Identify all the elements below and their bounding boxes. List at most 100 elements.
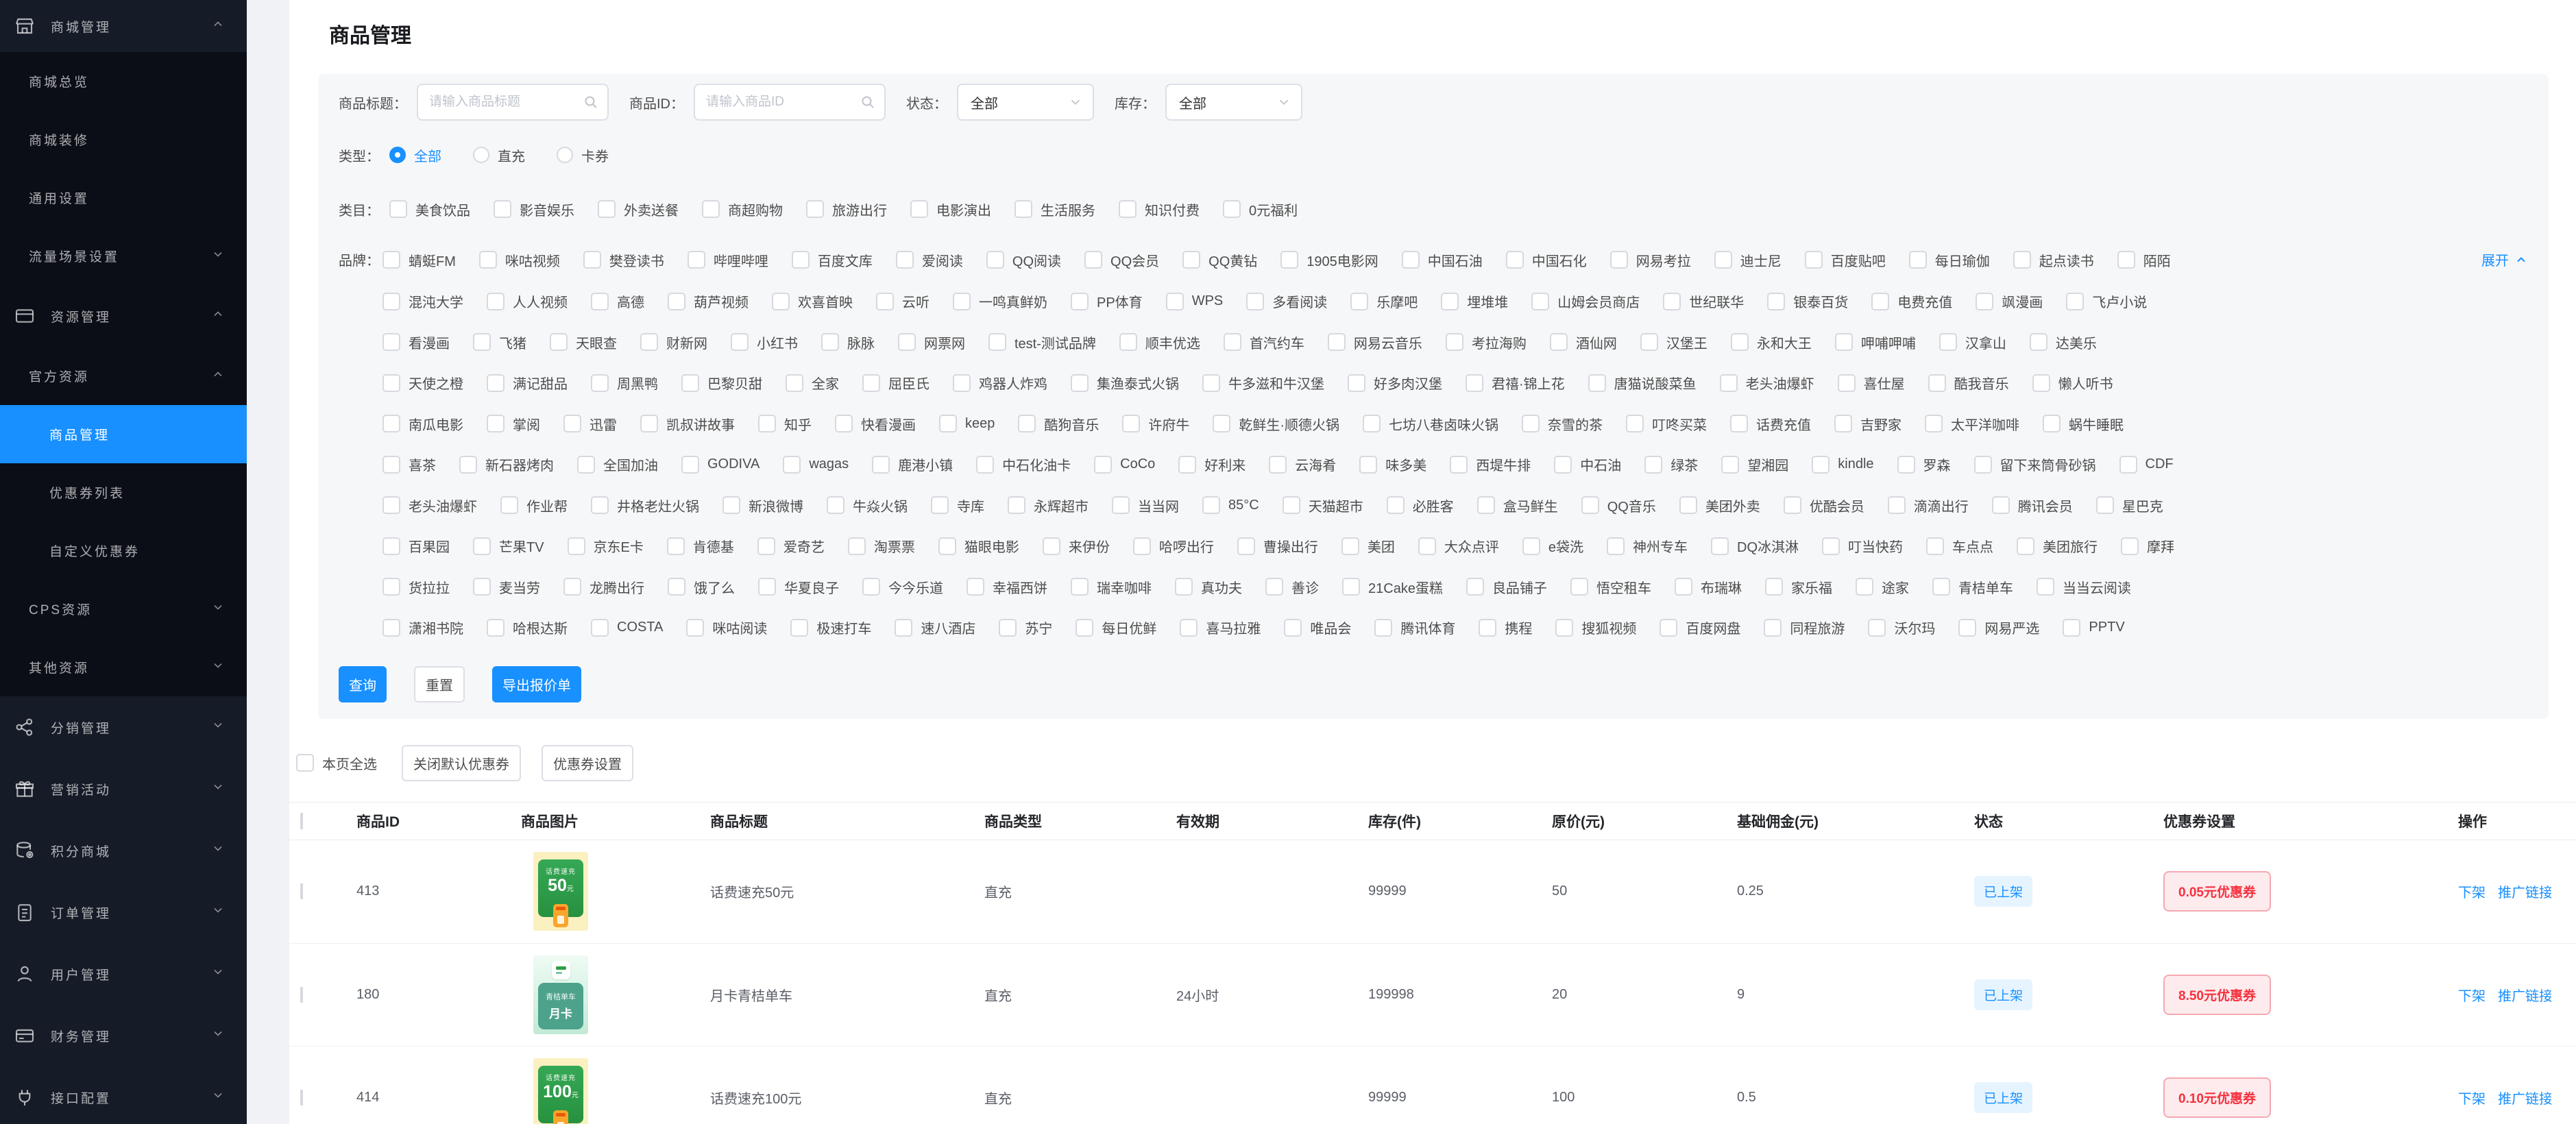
search-button[interactable]: 查询: [339, 666, 387, 702]
brand-checkbox-item[interactable]: 看漫画: [382, 332, 450, 352]
brand-checkbox-item[interactable]: 陌陌: [2117, 250, 2171, 270]
brand-checkbox-item[interactable]: 哈根达斯: [487, 618, 568, 637]
brand-checkbox-item[interactable]: 老头油爆虾: [1720, 373, 1814, 393]
sidebar-item-resource-management[interactable]: 资源管理: [0, 285, 247, 347]
brand-checkbox-item[interactable]: 樊登读书: [583, 250, 664, 270]
brand-checkbox-item[interactable]: 速八酒店: [895, 618, 975, 637]
brand-checkbox-item[interactable]: 迅雷: [563, 414, 617, 434]
brand-checkbox-item[interactable]: 中石油: [1554, 454, 1621, 474]
brand-checkbox-item[interactable]: 银泰百货: [1767, 291, 1848, 311]
brand-checkbox-item[interactable]: 天使之橙: [382, 373, 463, 393]
brand-checkbox-item[interactable]: keep: [939, 415, 995, 432]
brand-checkbox-item[interactable]: 途家: [1856, 577, 1909, 597]
sidebar-item-mall-overview[interactable]: 商城总览: [0, 52, 247, 110]
brand-checkbox-item[interactable]: 京东E卡: [568, 536, 644, 556]
brand-checkbox-item[interactable]: 百度文库: [792, 250, 873, 270]
brand-checkbox-item[interactable]: 七坊八巷卤味火锅: [1363, 414, 1498, 434]
brand-checkbox-item[interactable]: 永和大王: [1731, 332, 1812, 352]
brand-checkbox-item[interactable]: DQ冰淇淋: [1711, 536, 1799, 556]
brand-checkbox-item[interactable]: 搜狐视频: [1555, 618, 1636, 637]
brand-checkbox-item[interactable]: GODIVA: [681, 456, 760, 474]
brand-checkbox-item[interactable]: 同程旅游: [1764, 618, 1845, 637]
brand-checkbox-item[interactable]: 1905电影网: [1280, 250, 1378, 270]
category-checkbox-item[interactable]: 美食饮品: [389, 199, 470, 219]
brand-checkbox-item[interactable]: 唐猫说酸菜鱼: [1588, 373, 1697, 393]
brand-checkbox-item[interactable]: 幸福西饼: [967, 577, 1047, 597]
brand-checkbox-item[interactable]: 百度贴吧: [1805, 250, 1886, 270]
brand-checkbox-item[interactable]: 财新网: [640, 332, 707, 352]
brand-checkbox-item[interactable]: 苏宁: [999, 618, 1052, 637]
sidebar-item-api-config[interactable]: 接口配置: [0, 1066, 247, 1124]
brand-checkbox-item[interactable]: 牛多滋和牛汉堡: [1202, 373, 1324, 393]
brand-checkbox-item[interactable]: 星巴克: [2096, 496, 2163, 515]
brand-checkbox-item[interactable]: 考拉海购: [1446, 332, 1527, 352]
brand-checkbox-item[interactable]: 脉脉: [821, 332, 875, 352]
row-select-checkbox[interactable]: [300, 1090, 303, 1105]
brand-checkbox-item[interactable]: 懒人听书: [2032, 373, 2113, 393]
brand-checkbox-item[interactable]: 优酷会员: [1784, 496, 1864, 515]
brand-checkbox-item[interactable]: 爱阅读: [896, 250, 963, 270]
brand-checkbox-item[interactable]: 21Cake蛋糕: [1342, 577, 1443, 597]
brand-checkbox-item[interactable]: PPTV: [2063, 619, 2124, 637]
reset-button[interactable]: 重置: [414, 666, 465, 702]
brand-checkbox-item[interactable]: 南瓜电影: [382, 414, 463, 434]
brand-checkbox-item[interactable]: 携程: [1479, 618, 1532, 637]
brand-checkbox-item[interactable]: 爱奇艺: [757, 536, 825, 556]
brand-checkbox-item[interactable]: 知乎: [758, 414, 812, 434]
sidebar-item-traffic-scene-settings[interactable]: 流量场景设置: [0, 227, 247, 285]
brand-checkbox-item[interactable]: 哈啰出行: [1133, 536, 1214, 556]
coupon-badge[interactable]: 0.10元优惠券: [2163, 1077, 2271, 1118]
brand-checkbox-item[interactable]: 一鸣真鲜奶: [953, 291, 1047, 311]
coupon-badge[interactable]: 0.05元优惠券: [2163, 871, 2271, 912]
stock-select[interactable]: 全部: [1165, 84, 1302, 121]
brand-checkbox-item[interactable]: 全国加油: [577, 454, 658, 474]
brand-checkbox-item[interactable]: 全家: [786, 373, 839, 393]
brand-checkbox-item[interactable]: 麦当劳: [473, 577, 540, 597]
sidebar-item-user-management[interactable]: 用户管理: [0, 943, 247, 1005]
brand-checkbox-item[interactable]: 云海肴: [1269, 454, 1336, 474]
brand-checkbox-item[interactable]: 新石器烤肉: [459, 454, 554, 474]
brand-checkbox-item[interactable]: 叮当快药: [1822, 536, 1903, 556]
brand-checkbox-item[interactable]: 每日优鲜: [1076, 618, 1156, 637]
brand-checkbox-item[interactable]: 华夏良子: [758, 577, 839, 597]
brand-checkbox-item[interactable]: 埋堆堆: [1441, 291, 1508, 311]
brand-checkbox-item[interactable]: 凯叔讲故事: [640, 414, 735, 434]
brand-checkbox-item[interactable]: 神州专车: [1607, 536, 1688, 556]
promo-link[interactable]: 推广链接: [2498, 989, 2551, 1004]
brand-checkbox-item[interactable]: 留下来筒骨砂锅: [1974, 454, 2096, 474]
brand-checkbox-item[interactable]: 集渔泰式火锅: [1071, 373, 1179, 393]
brand-checkbox-item[interactable]: 汉拿山: [1939, 332, 2006, 352]
brand-checkbox-item[interactable]: 多看阅读: [1246, 291, 1327, 311]
brand-checkbox-item[interactable]: 周黑鸭: [591, 373, 658, 393]
brand-checkbox-item[interactable]: 乾鲜生·顺德火锅: [1213, 414, 1339, 434]
brand-checkbox-item[interactable]: 中国石化: [1506, 250, 1587, 270]
brand-checkbox-item[interactable]: 顺丰优选: [1119, 332, 1200, 352]
sidebar-item-mall-decoration[interactable]: 商城装修: [0, 110, 247, 169]
brand-checkbox-item[interactable]: 中国石油: [1402, 250, 1483, 270]
category-checkbox-item[interactable]: 0元福利: [1223, 199, 1298, 219]
product-id-input[interactable]: [706, 95, 860, 110]
brand-checkbox-item[interactable]: 乐摩吧: [1350, 291, 1418, 311]
brand-checkbox-item[interactable]: 望湘园: [1721, 454, 1788, 474]
brand-checkbox-item[interactable]: 喜马拉雅: [1180, 618, 1261, 637]
brand-checkbox-item[interactable]: 好利来: [1178, 454, 1246, 474]
brand-checkbox-item[interactable]: 大众点评: [1418, 536, 1499, 556]
offshelf-link[interactable]: 下架: [2458, 885, 2486, 901]
offshelf-link[interactable]: 下架: [2458, 1092, 2486, 1107]
brand-checkbox-item[interactable]: 井格老灶火锅: [591, 496, 699, 515]
sidebar-item-mall-management[interactable]: 商城管理: [0, 0, 247, 52]
brand-checkbox-item[interactable]: 淘票票: [848, 536, 915, 556]
sidebar-item-other-resource[interactable]: 其他资源: [0, 638, 247, 696]
brand-checkbox-item[interactable]: 首汽约车: [1224, 332, 1304, 352]
sidebar-item-distribution-management[interactable]: 分销管理: [0, 696, 247, 758]
brand-checkbox-item[interactable]: 今今乐道: [862, 577, 943, 597]
brand-checkbox-item[interactable]: 来伊份: [1043, 536, 1110, 556]
brand-checkbox-item[interactable]: 绿茶: [1644, 454, 1698, 474]
sidebar-item-coupon-list[interactable]: 优惠券列表: [0, 463, 247, 522]
brand-checkbox-item[interactable]: 酷我音乐: [1928, 373, 2009, 393]
brand-checkbox-item[interactable]: 中石化油卡: [976, 454, 1071, 474]
sidebar-item-official-resource[interactable]: 官方资源: [0, 347, 247, 405]
brand-checkbox-item[interactable]: 味多美: [1359, 454, 1426, 474]
brand-checkbox-item[interactable]: 话费充值: [1730, 414, 1811, 434]
brand-checkbox-item[interactable]: test-测试品牌: [988, 332, 1096, 352]
